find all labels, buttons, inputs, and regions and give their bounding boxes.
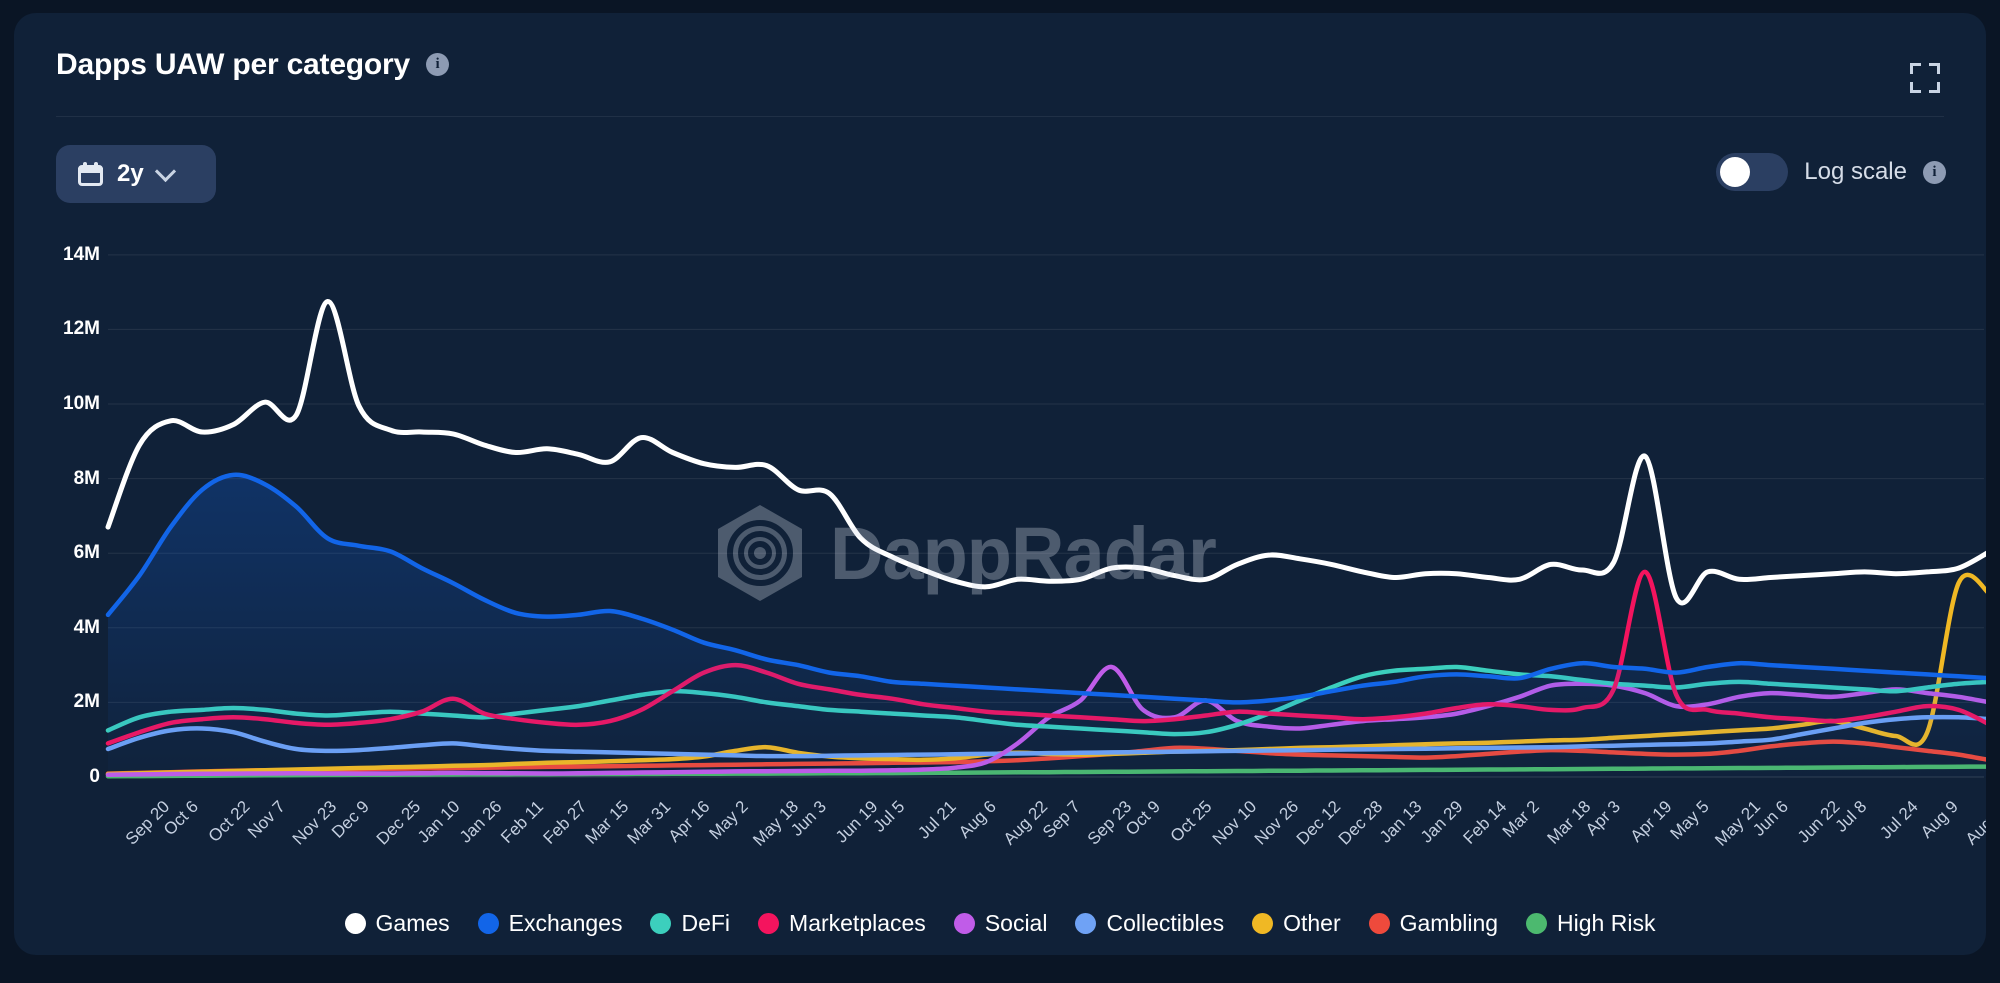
- dapps-uaw-chart-card: Dapps UAW per category i 2y Log scale i …: [14, 13, 1986, 955]
- x-axis-tick-label: Dec 28: [1334, 797, 1387, 849]
- legend-item-defi[interactable]: DeFi: [650, 910, 730, 937]
- x-axis-tick-label: Jul 24: [1875, 797, 1922, 843]
- legend-color-swatch: [953, 913, 975, 934]
- y-axis-tick-label: 8M: [73, 467, 100, 489]
- log-scale-control: Log scale i: [1716, 153, 1946, 191]
- legend-label: Other: [1283, 910, 1341, 936]
- legend-label: High Risk: [1557, 910, 1656, 936]
- x-axis-tick-label: Jan 13: [1375, 797, 1426, 847]
- x-axis-tick-label: Sep 7: [1039, 797, 1084, 842]
- series-line-other: [105, 572, 1986, 777]
- x-axis-tick-label: Apr 16: [664, 797, 714, 846]
- x-axis-tick-label: Feb 27: [539, 797, 591, 848]
- title-info-icon[interactable]: i: [426, 53, 450, 76]
- screenshot-root: Dapps UAW per category i 2y Log scale i …: [0, 0, 2000, 983]
- x-axis-tick-label: May 5: [1666, 797, 1714, 844]
- x-axis-tick-label: Apr 19: [1626, 797, 1676, 846]
- legend-item-gambling[interactable]: Gambling: [1368, 910, 1499, 937]
- y-axis-tick-label: 4M: [73, 616, 100, 638]
- x-axis-tick-label: Jul 5: [869, 797, 909, 836]
- legend-color-swatch: [1368, 913, 1390, 934]
- legend-color-swatch: [1526, 913, 1548, 934]
- legend-color-swatch: [344, 913, 366, 934]
- x-axis-tick-label: Mar 2: [1498, 797, 1544, 842]
- dappradar-logo-icon: [718, 505, 802, 601]
- legend-label: Games: [375, 910, 450, 936]
- x-axis-tick-label: May 2: [705, 797, 752, 844]
- x-axis-tick-label: Feb 11: [497, 797, 548, 847]
- watermark-text: DappRadar: [830, 511, 1217, 595]
- x-axis-tick-label: Dec 9: [328, 797, 373, 842]
- expand-corner-br: [1929, 82, 1940, 93]
- y-axis-labels: 0 2M 4M 6M 8M 10M 12M 14M: [28, 13, 100, 955]
- chevron-down-icon: [154, 160, 176, 182]
- legend-color-swatch: [758, 913, 780, 934]
- x-axis-tick-label: Jan 10: [413, 797, 464, 847]
- y-axis-tick-label: 6M: [73, 542, 100, 564]
- header-divider: [56, 116, 1944, 117]
- card-header: Dapps UAW per category i: [14, 13, 1986, 116]
- legend-color-swatch: [1075, 913, 1097, 934]
- x-axis-tick-label: Mar 31: [623, 797, 675, 848]
- log-scale-info-icon[interactable]: i: [1923, 160, 1946, 184]
- series-line-gambling: [105, 739, 1986, 776]
- x-axis-tick-label: Oct 22: [204, 797, 254, 846]
- y-axis-tick-label: 14M: [63, 243, 100, 265]
- x-axis-tick-label: Dec 12: [1292, 797, 1345, 849]
- x-axis-tick-label: Aug 9: [1917, 797, 1963, 842]
- series-line-high-risk: [105, 764, 1986, 779]
- x-axis-tick-label: Jul 8: [1831, 797, 1871, 836]
- legend-label: Exchanges: [508, 910, 623, 936]
- dappradar-watermark: DappRadar: [714, 503, 1217, 603]
- y-axis-tick-label: 0: [89, 766, 100, 787]
- x-axis-tick-label: Aug 6: [955, 797, 1001, 842]
- legend-item-other[interactable]: Other: [1252, 910, 1341, 937]
- series-line-collectibles: [105, 714, 1986, 759]
- x-axis-tick-label: Jan 26: [455, 797, 506, 847]
- legend-item-high-risk[interactable]: High Risk: [1526, 910, 1655, 937]
- legend-item-marketplaces[interactable]: Marketplaces: [758, 910, 926, 937]
- log-scale-toggle[interactable]: [1716, 153, 1789, 191]
- x-axis-tick-label: Nov 7: [244, 797, 290, 842]
- legend-color-swatch: [477, 913, 499, 934]
- log-scale-label: Log scale: [1804, 158, 1907, 185]
- y-axis-tick-label: 2M: [73, 691, 100, 713]
- expand-corner-tr: [1929, 63, 1940, 74]
- legend-item-exchanges[interactable]: Exchanges: [477, 910, 623, 937]
- legend-label: Marketplaces: [789, 910, 926, 936]
- x-axis-tick-label: Nov 26: [1250, 797, 1303, 849]
- expand-corner-tl: [1910, 63, 1921, 74]
- legend-item-social[interactable]: Social: [953, 910, 1048, 937]
- legend-color-swatch: [1252, 913, 1274, 934]
- title-wrap: Dapps UAW per category i: [56, 47, 450, 82]
- legend-item-collectibles[interactable]: Collectibles: [1075, 910, 1224, 937]
- page-title: Dapps UAW per category: [56, 47, 411, 81]
- legend-label: Social: [984, 910, 1048, 936]
- x-axis-tick-label: Nov 10: [1209, 797, 1261, 849]
- chart-legend: Games Exchanges DeFi Marketplaces Social Coll…: [14, 910, 1986, 937]
- x-axis-tick-label: Jul 21: [913, 797, 960, 843]
- series-line-social: [105, 664, 1986, 778]
- x-axis-tick-label: Dec 25: [372, 797, 425, 849]
- legend-label: Collectibles: [1106, 910, 1225, 936]
- x-axis-tick-label: Mar 15: [581, 797, 633, 848]
- expand-corner-bl: [1910, 82, 1921, 93]
- x-axis-tick-label: Oct 25: [1166, 797, 1216, 846]
- legend-item-games[interactable]: Games: [344, 910, 450, 937]
- series-line-defi: [105, 664, 1986, 737]
- date-range-value: 2y: [117, 160, 144, 187]
- legend-label: Gambling: [1399, 910, 1499, 936]
- x-axis-tick-label: Jan 29: [1417, 797, 1467, 847]
- legend-label: DeFi: [681, 910, 731, 936]
- y-axis-tick-label: 12M: [63, 318, 100, 340]
- toggle-knob: [1720, 157, 1751, 187]
- x-axis-tick-label: Aug 25: [1961, 797, 1986, 849]
- y-axis-tick-label: 10M: [63, 393, 100, 415]
- legend-color-swatch: [650, 913, 672, 934]
- chart-controls: 2y Log scale i: [14, 131, 1986, 211]
- fullscreen-expand-icon[interactable]: [1910, 63, 1940, 93]
